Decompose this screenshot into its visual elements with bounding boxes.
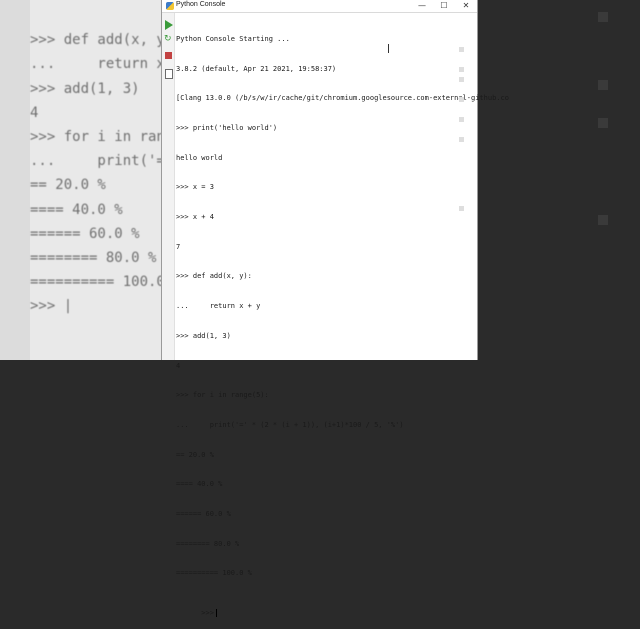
- console-line: >>> add(1, 3): [176, 331, 231, 340]
- console-prompt: >>>: [201, 609, 214, 618]
- background-square: [598, 215, 608, 225]
- console-line: hello world: [176, 153, 223, 162]
- console-toolbar: ↻: [162, 13, 175, 360]
- bg-line: ========== 100.0 %: [30, 274, 182, 291]
- document-icon[interactable]: [165, 69, 173, 79]
- bg-line: >>> |: [30, 298, 73, 315]
- background-left-strip: [0, 0, 30, 360]
- console-line: >>> def add(x, y):: [176, 272, 252, 281]
- bg-line: >>> for i in range: [30, 129, 182, 146]
- gutter-marker: [459, 67, 464, 72]
- stop-icon[interactable]: [165, 52, 172, 59]
- window-title: Python Console: [176, 1, 226, 8]
- background-right-dark: [478, 0, 640, 360]
- bg-line: ... print('=': [30, 153, 174, 170]
- console-line: >>> for i in range(5):: [176, 391, 269, 400]
- close-button[interactable]: ✕: [455, 0, 477, 12]
- bg-line: == 20.0 %: [30, 177, 106, 194]
- background-square: [598, 80, 608, 90]
- console-line: ... print('=' * (2 * (i + 1)), (i+1)*100…: [176, 420, 404, 429]
- console-line: ========== 100.0 %: [176, 569, 252, 578]
- rerun-icon[interactable]: ↻: [164, 35, 173, 44]
- bg-line: ====== 60.0 %: [30, 225, 140, 242]
- text-cursor-icon: [388, 44, 389, 53]
- title-bar[interactable]: Python Console — ☐ ✕: [162, 0, 477, 13]
- console-line: >>> print('hello world'): [176, 123, 278, 132]
- console-line: ======== 80.0 %: [176, 539, 240, 548]
- console-line: 4: [176, 361, 181, 370]
- gutter-marker: [459, 97, 464, 102]
- console-line: ... return x + y: [176, 302, 261, 311]
- console-line: ==== 40.0 %: [176, 480, 223, 489]
- console-line: >>> x + 4: [176, 213, 214, 222]
- bg-line: ... return x +: [30, 56, 182, 73]
- console-line: ====== 60.0 %: [176, 510, 231, 519]
- gutter-marker: [459, 137, 464, 142]
- gutter-marker: [459, 77, 464, 82]
- run-icon[interactable]: [165, 20, 173, 30]
- console-header-line: 3.8.2 (default, Apr 21 2021, 19:58:37): [176, 64, 337, 73]
- maximize-button[interactable]: ☐: [433, 0, 455, 12]
- console-line: >>> x = 3: [176, 183, 214, 192]
- console-header-line: [Clang 13.0.0 (/b/s/w/ir/cache/git/chrom…: [176, 94, 509, 103]
- bg-line: >>> def add(x, y):: [30, 32, 182, 49]
- console-header-line: Python Console Starting ...: [176, 34, 290, 43]
- console-line: == 20.0 %: [176, 450, 214, 459]
- gutter-marker: [459, 117, 464, 122]
- bg-line: >>> add(1, 3): [30, 80, 140, 97]
- bg-line: ======== 80.0 %: [30, 250, 157, 267]
- gutter-marker: [459, 47, 464, 52]
- python-app-icon: [166, 2, 174, 10]
- background-square: [598, 12, 608, 22]
- bg-line: 4: [30, 104, 39, 121]
- background-console-text: >>> def add(x, y): ... return x + >>> ad…: [30, 4, 182, 343]
- text-caret: [215, 609, 217, 618]
- console-line: 7: [176, 242, 181, 251]
- console-input-line[interactable]: >>>: [176, 599, 471, 618]
- bg-line: ==== 40.0 %: [30, 201, 123, 218]
- python-console-window: Python Console — ☐ ✕ ↻ Python Console St…: [161, 0, 509, 618]
- console-output[interactable]: Python Console Starting ... 3.8.2 (defau…: [176, 15, 509, 629]
- background-square: [598, 118, 608, 128]
- gutter-marker: [459, 206, 464, 211]
- minimize-button[interactable]: —: [411, 0, 433, 12]
